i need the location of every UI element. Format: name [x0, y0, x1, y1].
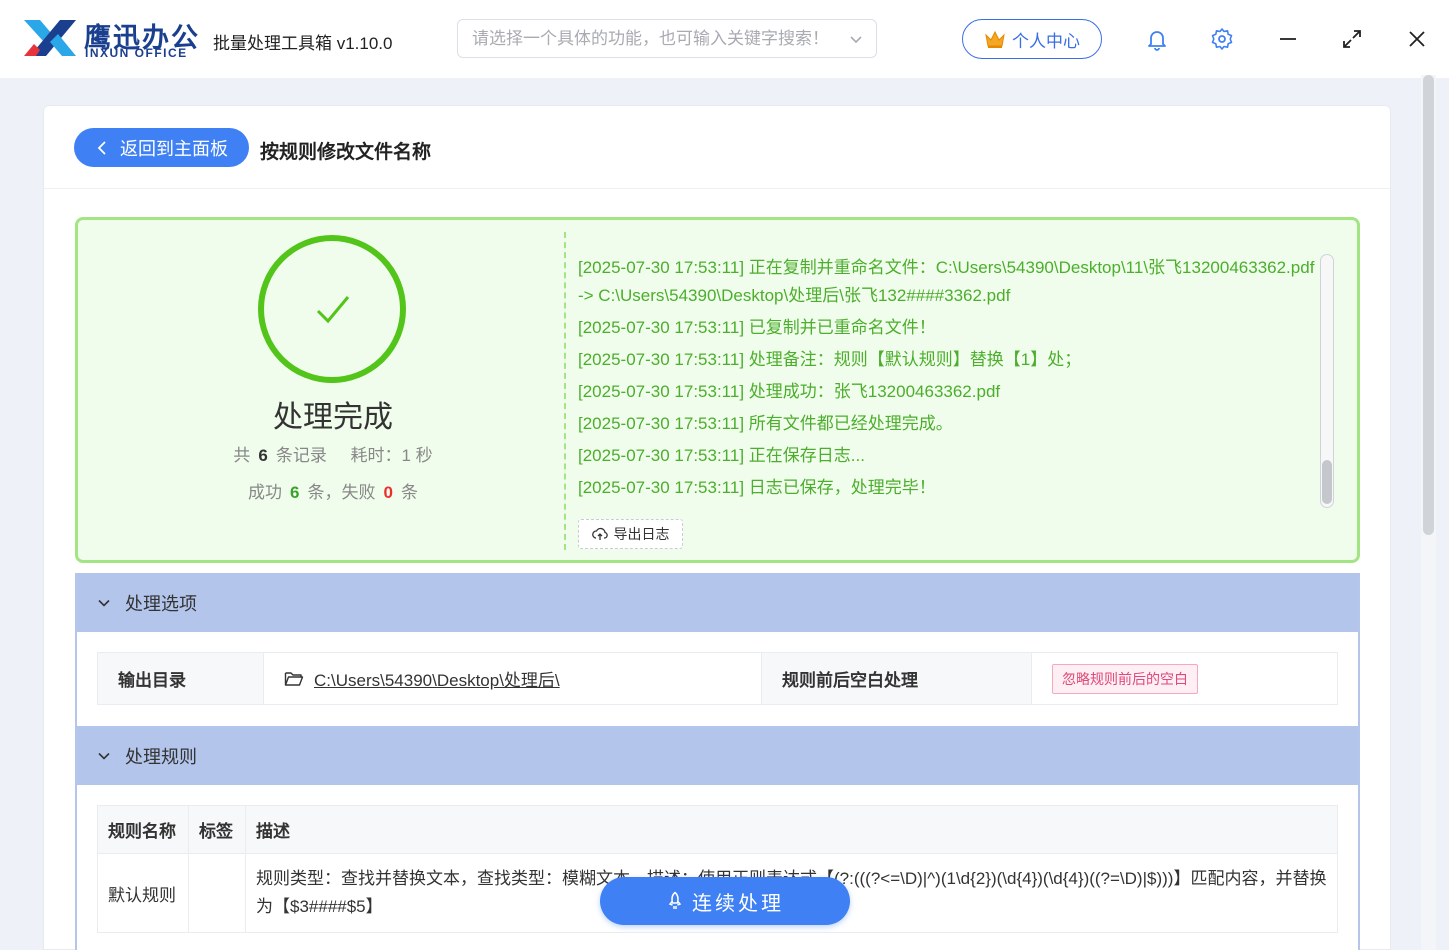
continue-processing-button[interactable]: 连续处理	[600, 877, 850, 925]
column-header-tag: 标签	[189, 806, 246, 853]
chevron-down-icon	[98, 752, 110, 760]
window-scrollbar[interactable]	[1421, 75, 1436, 950]
column-header-name: 规则名称	[98, 806, 189, 853]
log-line: [2025-07-30 17:53:11] 正在保存日志...	[578, 446, 865, 465]
time-label: 耗时：	[350, 446, 402, 465]
success-prefix: 成功	[248, 483, 283, 502]
log-scroll-thumb[interactable]	[1322, 460, 1332, 504]
options-section-header[interactable]: 处理选项	[77, 573, 1358, 632]
rules-body: 规则名称 标签 描述 默认规则 规则类型：查找并替换文本，查找类型：模糊文本，描…	[77, 785, 1358, 950]
continue-label: 连续处理	[692, 892, 784, 915]
rules-section-title: 处理规则	[125, 746, 197, 767]
app-logo: 鹰迅办公 INXUN OFFICE	[22, 16, 202, 62]
log-line: [2025-07-30 17:53:11] 处理成功：张飞13200463362…	[578, 382, 1001, 401]
user-center-button[interactable]: 个人中心	[962, 19, 1102, 59]
status-title: 处理完成	[273, 401, 393, 434]
main-panel: 返回到主面板 按规则修改文件名称 处理完成 共 6 条记录 耗时：1 秒 成功 6 条，…	[43, 105, 1391, 950]
rule-tag-cell	[189, 854, 246, 932]
whitespace-cell: 忽略规则前后的空白	[1032, 653, 1337, 704]
time-value: 1 秒	[401, 446, 433, 465]
inxun-logo-icon	[24, 20, 76, 56]
bell-icon[interactable]	[1145, 27, 1169, 51]
total-prefix: 共	[233, 446, 251, 465]
gear-icon[interactable]	[1210, 27, 1234, 51]
close-icon[interactable]	[1405, 27, 1429, 51]
output-dir-label: 输出目录	[98, 653, 264, 704]
log-line: [2025-07-30 17:53:11] 所有文件都已经处理完成。	[578, 414, 953, 433]
crown-icon	[985, 30, 1005, 48]
log-line: [2025-07-30 17:53:11] 正在复制并重命名文件：C:\User…	[578, 258, 1315, 305]
record-stats: 共 6 条记录 耗时：1 秒	[158, 441, 508, 466]
success-fail-stats: 成功 6 条，失败 0 条	[158, 478, 508, 503]
title-bar: 鹰迅办公 INXUN OFFICE 批量处理工具箱 v1.10.0 个人中心	[0, 0, 1449, 78]
page-title: 按规则修改文件名称	[260, 142, 432, 163]
result-divider	[564, 232, 566, 550]
app-title: 批量处理工具箱 v1.10.0	[213, 34, 393, 53]
fail-count: 0	[383, 483, 393, 502]
cloud-upload-icon	[591, 527, 608, 540]
back-button-label: 返回到主面板	[120, 138, 228, 159]
result-summary: 处理完成 共 6 条记录 耗时：1 秒 成功 6 条，失败 0 条 [2025-07-30 …	[75, 217, 1360, 563]
options-table: 输出目录 C:\Users\54390\Desktop\处理后\ 规则前后空白处…	[97, 652, 1338, 705]
rocket-icon	[668, 891, 682, 909]
export-log-button[interactable]: 导出日志	[578, 519, 683, 549]
log-line: [2025-07-30 17:53:11] 已复制并已重命名文件！	[578, 318, 936, 337]
success-check-icon	[258, 235, 406, 383]
search-input[interactable]	[472, 26, 842, 52]
rules-section-header[interactable]: 处理规则	[77, 726, 1358, 785]
function-search[interactable]	[457, 19, 877, 58]
output-dir-link[interactable]: C:\Users\54390\Desktop\处理后\	[264, 653, 762, 704]
whitespace-tag: 忽略规则前后的空白	[1052, 663, 1198, 694]
window-scroll-thumb[interactable]	[1423, 75, 1434, 535]
chevron-down-icon	[98, 599, 110, 607]
rules-table-header: 规则名称 标签 描述	[98, 806, 1337, 854]
log-line: [2025-07-30 17:53:11] 处理备注：规则【默认规则】替换【1】…	[578, 350, 1082, 369]
options-body: 输出目录 C:\Users\54390\Desktop\处理后\ 规则前后空白处…	[77, 632, 1358, 726]
panel-header: 返回到主面板 按规则修改文件名称	[44, 106, 1390, 189]
whitespace-label: 规则前后空白处理	[762, 653, 1032, 704]
fail-suffix: 条	[400, 483, 418, 502]
success-count: 6	[290, 483, 300, 502]
chevron-left-icon	[97, 140, 106, 155]
rule-name-cell: 默认规则	[98, 854, 189, 932]
user-center-label: 个人中心	[1012, 31, 1080, 51]
log-scrollbar[interactable]	[1320, 254, 1334, 508]
minimize-icon[interactable]	[1276, 27, 1300, 51]
log-line: [2025-07-30 17:53:11] 日志已保存，处理完毕！	[578, 478, 936, 497]
process-log[interactable]: [2025-07-30 17:53:11] 正在复制并重命名文件：C:\User…	[578, 254, 1323, 514]
folder-icon	[284, 671, 304, 686]
options-section: 处理选项 输出目录 C:\Users\54390\Desktop\处理后\ 规则…	[75, 573, 1360, 726]
chevron-down-icon[interactable]	[848, 31, 864, 47]
export-log-label: 导出日志	[613, 526, 670, 542]
success-suffix: 条，失败	[307, 483, 376, 502]
maximize-icon[interactable]	[1340, 27, 1364, 51]
total-suffix: 条记录	[275, 446, 327, 465]
back-to-home-button[interactable]: 返回到主面板	[74, 128, 249, 167]
column-header-desc: 描述	[256, 822, 290, 841]
options-section-title: 处理选项	[125, 593, 197, 614]
total-count: 6	[258, 446, 268, 465]
logo-text-en: INXUN OFFICE	[85, 46, 188, 60]
output-dir-path: C:\Users\54390\Desktop\处理后\	[314, 671, 560, 690]
